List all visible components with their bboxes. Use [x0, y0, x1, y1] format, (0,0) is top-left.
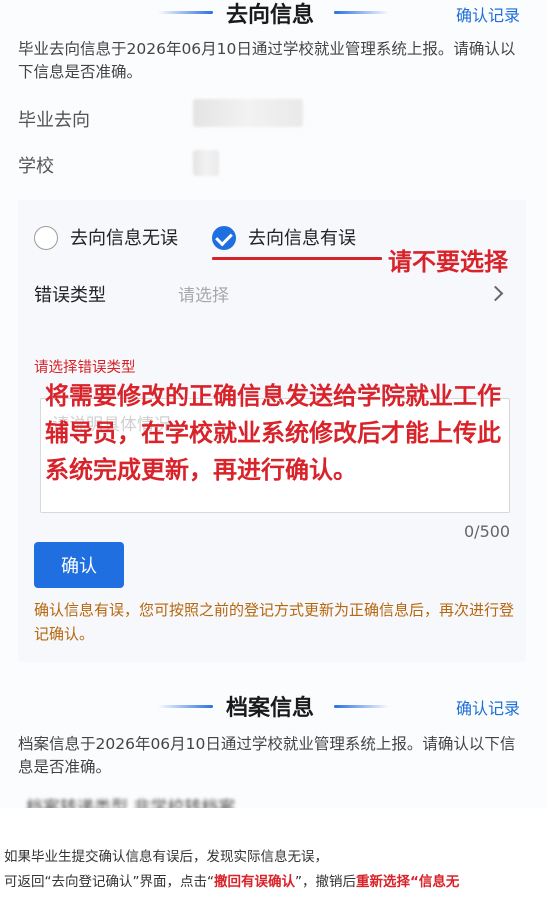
caption-line-1: 如果毕业生提交确认信息有误后，发现实际信息无误， [4, 849, 328, 865]
header-line-right [334, 705, 389, 708]
error-type-hint: 请选择错误类型 [34, 360, 136, 376]
annotation-underline [212, 257, 382, 260]
archive-section-header: 档案信息 确认记录 [0, 690, 546, 724]
header-line-left [158, 11, 213, 14]
radio-no-error[interactable] [34, 226, 58, 250]
confirm-button[interactable]: 确认 [34, 542, 124, 588]
annotation-instruction: 将需要修改的正确信息发送给学院就业工作辅导员，在学校就业系统修改后才能上传此系统… [45, 382, 501, 484]
radio-no-error-label[interactable]: 去向信息无误 [70, 224, 178, 250]
graduation-destination-label: 毕业去向 [18, 110, 90, 131]
destination-section-header: 去向信息 确认记录 [0, 0, 546, 34]
screenshot-area: 去向信息 确认记录 毕业去向信息于2026年06月10日通过学校就业管理系统上报… [0, 0, 546, 808]
header-line-left [158, 705, 213, 708]
caption-line-2-mid: ”，撤销后 [294, 874, 356, 890]
error-type-label: 错误类型 [34, 285, 106, 306]
caption-line-2: 可返回“去向登记确认”界面，点击“撤回有误确认”，撤销后重新选择“信息无 [4, 870, 459, 890]
header-line-right [334, 11, 389, 14]
caption-highlight-withdraw: 撤回有误确认 [213, 874, 295, 890]
archive-confirm-record-link[interactable]: 确认记录 [456, 695, 520, 719]
caption-highlight-reselect: 重新选择“信息无 [355, 874, 460, 890]
archive-description: 档案信息于2026年06月10日通过学校就业管理系统上报。请确认以下信息是否准确… [18, 735, 516, 776]
radio-has-error-label[interactable]: 去向信息有误 [248, 224, 356, 250]
caption-line-2-pre: 可返回“去向登记确认”界面，点击“ [4, 874, 214, 890]
graduation-destination-value-redacted [193, 99, 303, 127]
destination-section-title: 去向信息 [226, 3, 315, 28]
warning-text: 确认信息有误，您可按照之前的登记方式更新为正确信息后，再次进行登记确认。 [34, 601, 515, 643]
destination-description: 毕业去向信息于2026年06月10日通过学校就业管理系统上报。请确认以下信息是否… [18, 40, 516, 81]
radio-has-error-checked[interactable] [212, 226, 236, 250]
error-type-select[interactable]: 请选择 [178, 281, 229, 306]
archive-section-title: 档案信息 [226, 696, 315, 721]
school-label: 学校 [18, 156, 54, 177]
destination-confirm-record-link[interactable]: 确认记录 [456, 2, 520, 26]
char-counter: 0/500 [464, 522, 511, 541]
annotation-dont-select: 请不要选择 [388, 248, 508, 276]
school-value-redacted [193, 150, 219, 176]
archive-transfer-type-cut: 档案转递类型 非学校转档案 [26, 798, 236, 808]
